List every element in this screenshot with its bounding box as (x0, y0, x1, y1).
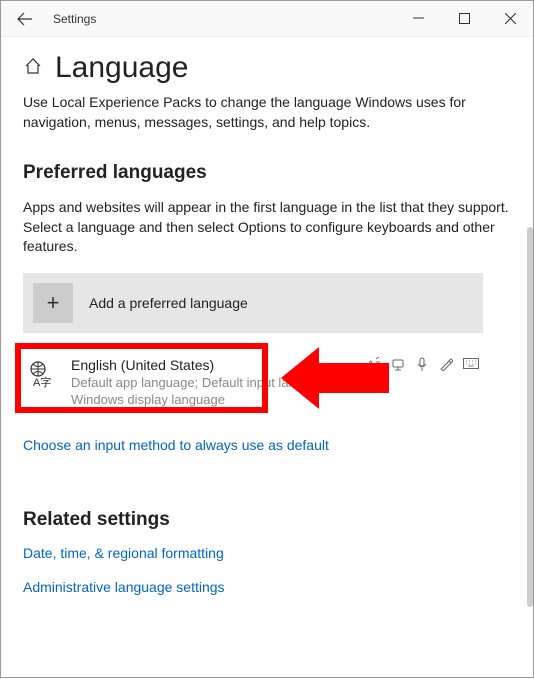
voice-icon (415, 357, 429, 374)
back-arrow-icon (17, 11, 33, 27)
maximize-icon (459, 13, 470, 24)
minimize-button[interactable] (395, 1, 441, 37)
maximize-button[interactable] (441, 1, 487, 37)
handwriting-icon (439, 357, 453, 374)
administrative-language-link[interactable]: Administrative language settings (23, 579, 511, 595)
page-title: Language (55, 51, 188, 85)
related-settings-heading: Related settings (23, 509, 511, 531)
scrollbar[interactable] (527, 227, 533, 607)
close-button[interactable] (487, 1, 533, 37)
page-description: Use Local Experience Packs to change the… (23, 93, 511, 132)
preferred-languages-heading: Preferred languages (23, 162, 511, 184)
plus-icon: + (33, 283, 73, 323)
add-preferred-language-button[interactable]: + Add a preferred language (23, 273, 483, 333)
home-icon (23, 56, 43, 81)
speech-recognition-icon (391, 357, 405, 374)
choose-input-method-link[interactable]: Choose an input method to always use as … (23, 437, 511, 453)
language-sub1: Default app language; Default input lang… (71, 375, 367, 390)
content-area: Language Use Local Experience Packs to c… (1, 37, 533, 679)
close-icon (505, 13, 516, 24)
svg-text:A: A (367, 359, 375, 371)
svg-text:A字: A字 (33, 375, 51, 389)
titlebar: Settings (1, 1, 533, 37)
add-preferred-language-label: Add a preferred language (89, 295, 248, 311)
app-title: Settings (53, 12, 96, 26)
window-controls (395, 1, 533, 37)
language-feature-icons: A (367, 357, 479, 407)
back-button[interactable] (13, 7, 37, 31)
text-to-speech-icon: A (367, 357, 381, 374)
date-time-regional-link[interactable]: Date, time, & regional formatting (23, 545, 511, 561)
language-globe-icon: A字 (27, 359, 57, 407)
language-sub2: Windows display language (71, 392, 367, 407)
preferred-languages-description: Apps and websites will appear in the fir… (23, 198, 511, 257)
language-info: English (United States) Default app lang… (71, 357, 367, 407)
language-row[interactable]: A字 English (United States) Default app l… (23, 345, 483, 419)
page-header: Language (23, 51, 511, 85)
minimize-icon (413, 13, 424, 24)
keyboard-icon (463, 357, 479, 373)
language-name: English (United States) (71, 357, 367, 373)
